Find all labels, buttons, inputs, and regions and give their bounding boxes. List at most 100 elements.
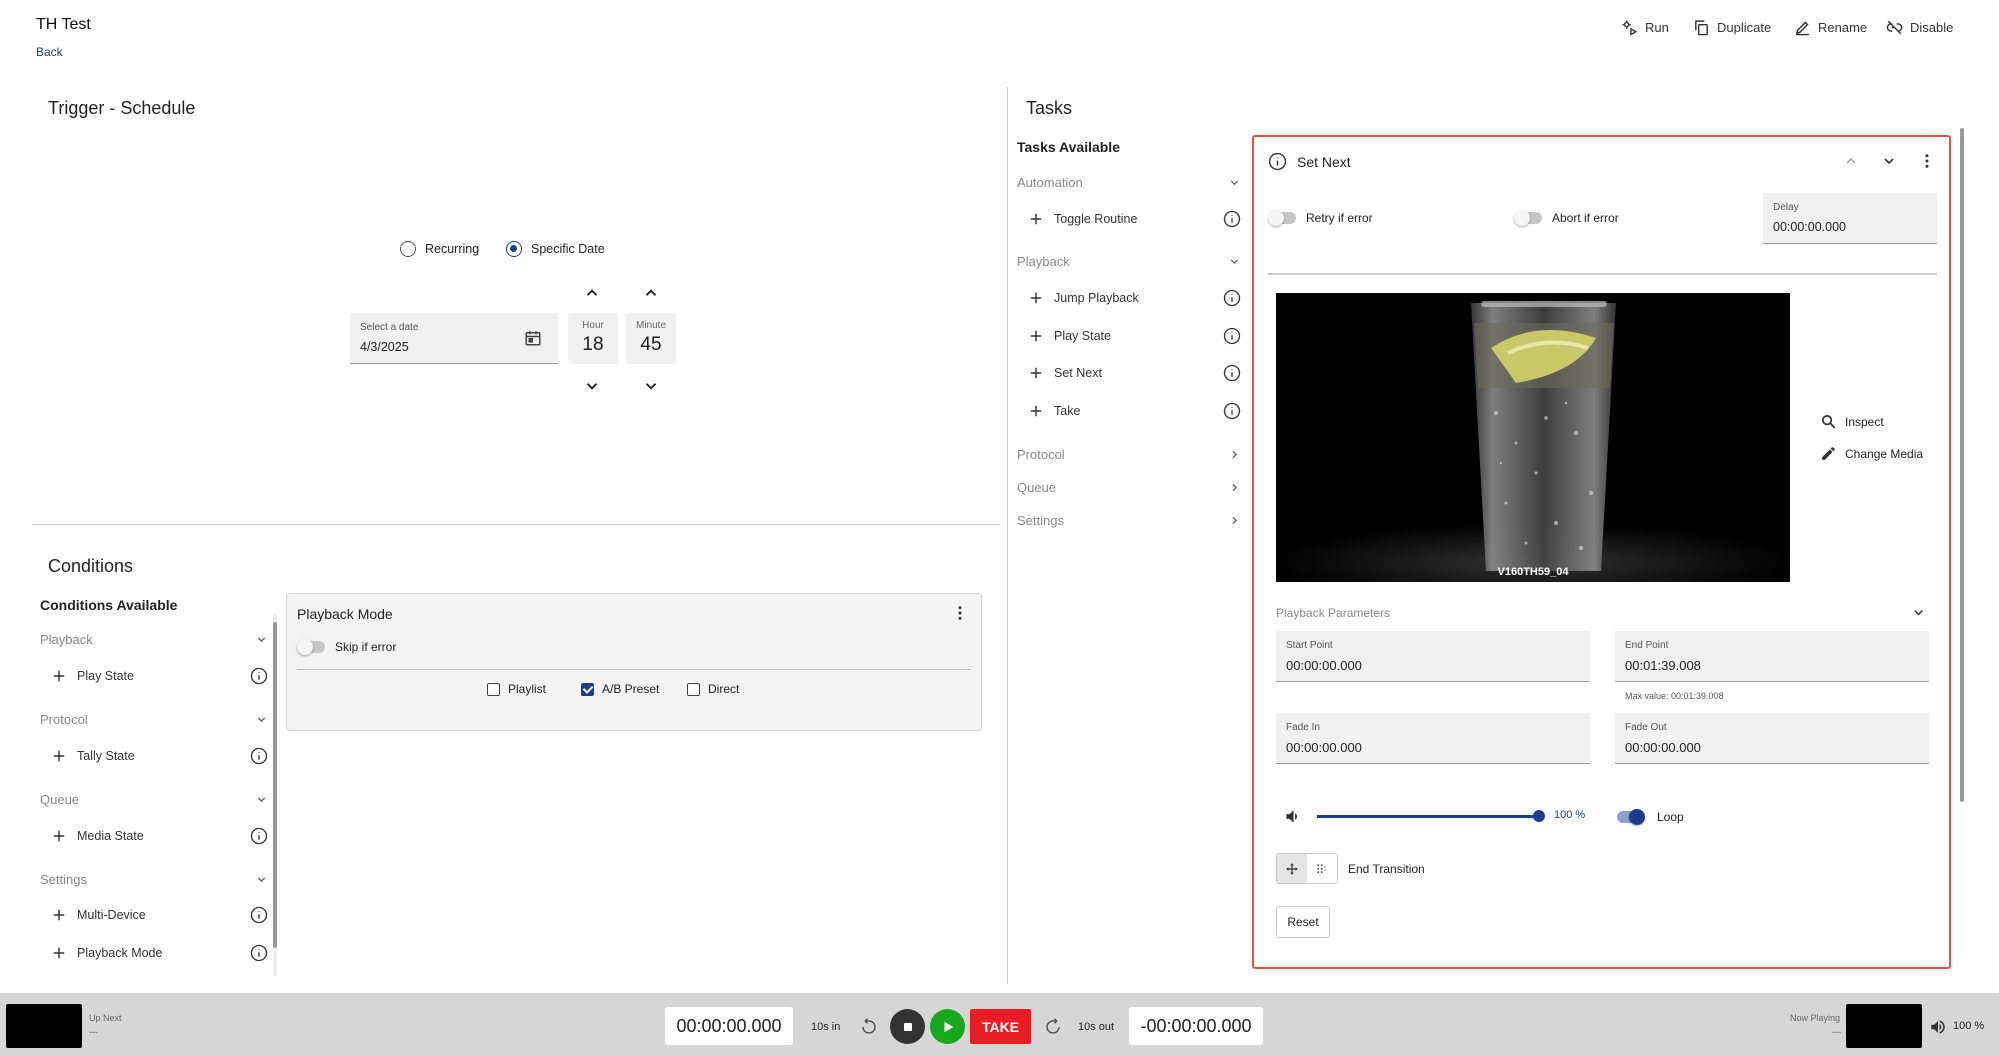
hour-down-icon[interactable] <box>583 377 601 395</box>
conditions-category-settings[interactable]: Settings <box>40 872 268 887</box>
condition-item-media-state[interactable]: Media State <box>52 827 268 845</box>
more-vert-icon[interactable] <box>951 604 969 622</box>
conditions-category-playback[interactable]: Playback <box>40 632 268 647</box>
info-icon[interactable] <box>250 747 268 765</box>
transition-cut-button[interactable] <box>1277 854 1308 883</box>
date-field[interactable]: Select a date 4/3/2025 <box>350 313 558 364</box>
task-item-label: Jump Playback <box>1054 291 1139 305</box>
duplicate-label: Duplicate <box>1717 20 1772 35</box>
reset-button[interactable]: Reset <box>1276 906 1330 938</box>
rename-button[interactable]: Rename <box>1794 19 1867 36</box>
condition-item-playback-mode[interactable]: Playback Mode <box>52 944 268 962</box>
transition-dissolve-button[interactable] <box>1307 854 1337 883</box>
run-button[interactable]: Run <box>1621 19 1669 36</box>
duplicate-button[interactable]: Duplicate <box>1693 19 1771 36</box>
volume-slider[interactable] <box>1317 810 1545 822</box>
tasks-category-settings[interactable]: Settings <box>1017 513 1241 528</box>
condition-item-multi-device[interactable]: Multi-Device <box>52 906 268 924</box>
start-point-field[interactable]: Start Point 00:00:00.000 <box>1276 631 1590 682</box>
direct-checkbox-box[interactable] <box>687 682 700 696</box>
retry-toggle-switch[interactable] <box>1268 210 1296 226</box>
info-icon[interactable] <box>1223 289 1241 307</box>
task-item-set-next[interactable]: Set Next <box>1029 364 1241 382</box>
tasks-category-queue[interactable]: Queue <box>1017 480 1241 495</box>
info-icon[interactable] <box>1223 402 1241 420</box>
info-icon[interactable] <box>250 906 268 924</box>
more-vert-icon[interactable] <box>1918 152 1936 170</box>
delay-field[interactable]: Delay 00:00:00.000 <box>1763 193 1937 244</box>
conditions-category-queue[interactable]: Queue <box>40 792 268 807</box>
info-icon[interactable] <box>250 667 268 685</box>
disable-button[interactable]: Disable <box>1886 19 1953 36</box>
task-item-jump-playback[interactable]: Jump Playback <box>1029 289 1241 307</box>
category-label: Settings <box>1017 513 1064 528</box>
loop-toggle[interactable]: Loop <box>1617 809 1684 825</box>
playlist-checkbox-box[interactable] <box>487 682 500 696</box>
conditions-category-protocol[interactable]: Protocol <box>40 712 268 727</box>
fade-in-field[interactable]: Fade In 00:00:00.000 <box>1276 713 1590 764</box>
info-icon[interactable] <box>250 827 268 845</box>
disable-label: Disable <box>1910 20 1954 35</box>
tasks-category-protocol[interactable]: Protocol <box>1017 447 1241 462</box>
tasks-scrollbar[interactable] <box>1960 128 1964 802</box>
play-button[interactable] <box>930 1009 965 1044</box>
volume-icon[interactable] <box>1929 1018 1947 1036</box>
end-point-field[interactable]: End Point 00:01:39.008 <box>1615 631 1929 682</box>
skip-toggle-switch[interactable] <box>297 639 325 655</box>
change-media-button[interactable]: Change Media <box>1820 445 1923 462</box>
ab-preset-checkbox[interactable]: A/B Preset <box>581 682 659 696</box>
minute-field[interactable]: Minute 45 <box>626 313 676 364</box>
ab-preset-checkbox-box[interactable] <box>581 682 594 696</box>
abort-if-error-toggle[interactable]: Abort if error <box>1514 210 1619 226</box>
conditions-scrollbar[interactable] <box>273 614 277 976</box>
condition-item-tally-state[interactable]: Tally State <box>52 747 268 765</box>
tasks-category-playback[interactable]: Playback <box>1017 254 1241 269</box>
info-icon[interactable] <box>1223 210 1241 228</box>
chevron-up-icon[interactable] <box>1843 153 1859 169</box>
skip-if-error-toggle[interactable]: Skip if error <box>297 639 396 655</box>
stop-button[interactable] <box>890 1009 925 1044</box>
abort-toggle-switch[interactable] <box>1514 210 1542 226</box>
task-item-play-state[interactable]: Play State <box>1029 327 1241 345</box>
volume-slider-thumb[interactable] <box>1533 810 1545 822</box>
retry-if-error-toggle[interactable]: Retry if error <box>1268 210 1373 226</box>
minute-down-icon[interactable] <box>642 377 660 395</box>
conditions-scrollbar-thumb[interactable] <box>273 622 277 948</box>
task-item-toggle-routine[interactable]: Toggle Routine <box>1029 210 1241 228</box>
category-label: Settings <box>40 872 87 887</box>
now-playing-thumbnail[interactable] <box>1846 1004 1922 1048</box>
info-icon[interactable] <box>1223 364 1241 382</box>
media-preview[interactable]: V160TH59_04 <box>1276 293 1790 582</box>
info-icon[interactable] <box>1268 152 1287 171</box>
condition-item-play-state[interactable]: Play State <box>52 667 268 685</box>
back-link[interactable]: Back <box>36 45 63 59</box>
info-icon[interactable] <box>1223 327 1241 345</box>
direct-checkbox[interactable]: Direct <box>687 682 739 696</box>
pencil-icon <box>1822 447 1835 460</box>
delay-label: Delay <box>1773 202 1799 213</box>
hour-value: 18 <box>582 334 604 355</box>
info-icon[interactable] <box>250 944 268 962</box>
category-label: Queue <box>1017 480 1057 495</box>
recurring-radio[interactable]: Recurring <box>400 241 479 257</box>
calendar-icon[interactable] <box>524 329 542 347</box>
chevron-down-icon[interactable] <box>1911 605 1926 620</box>
volume-icon[interactable] <box>1284 807 1303 826</box>
inspect-button[interactable]: Inspect <box>1820 413 1884 430</box>
up-next-thumbnail[interactable] <box>6 1004 82 1048</box>
specific-date-radio[interactable]: Specific Date <box>506 241 605 257</box>
chevron-down-icon[interactable] <box>1881 153 1897 169</box>
fade-out-field[interactable]: Fade Out 00:00:00.000 <box>1615 713 1929 764</box>
task-item-take[interactable]: Take <box>1029 402 1241 420</box>
playlist-checkbox[interactable]: Playlist <box>487 682 546 696</box>
take-button[interactable]: TAKE <box>970 1009 1031 1044</box>
tasks-category-automation[interactable]: Automation <box>1017 175 1241 190</box>
minute-up-icon[interactable] <box>642 284 660 302</box>
hour-field[interactable]: Hour 18 <box>568 313 618 364</box>
rewind-10-icon[interactable] <box>860 1018 878 1036</box>
loop-toggle-switch[interactable] <box>1617 809 1645 825</box>
forward-10-icon[interactable] <box>1044 1018 1062 1036</box>
task-item-label: Take <box>1054 404 1081 418</box>
playback-parameters-label: Playback Parameters <box>1276 606 1391 620</box>
hour-up-icon[interactable] <box>583 284 601 302</box>
